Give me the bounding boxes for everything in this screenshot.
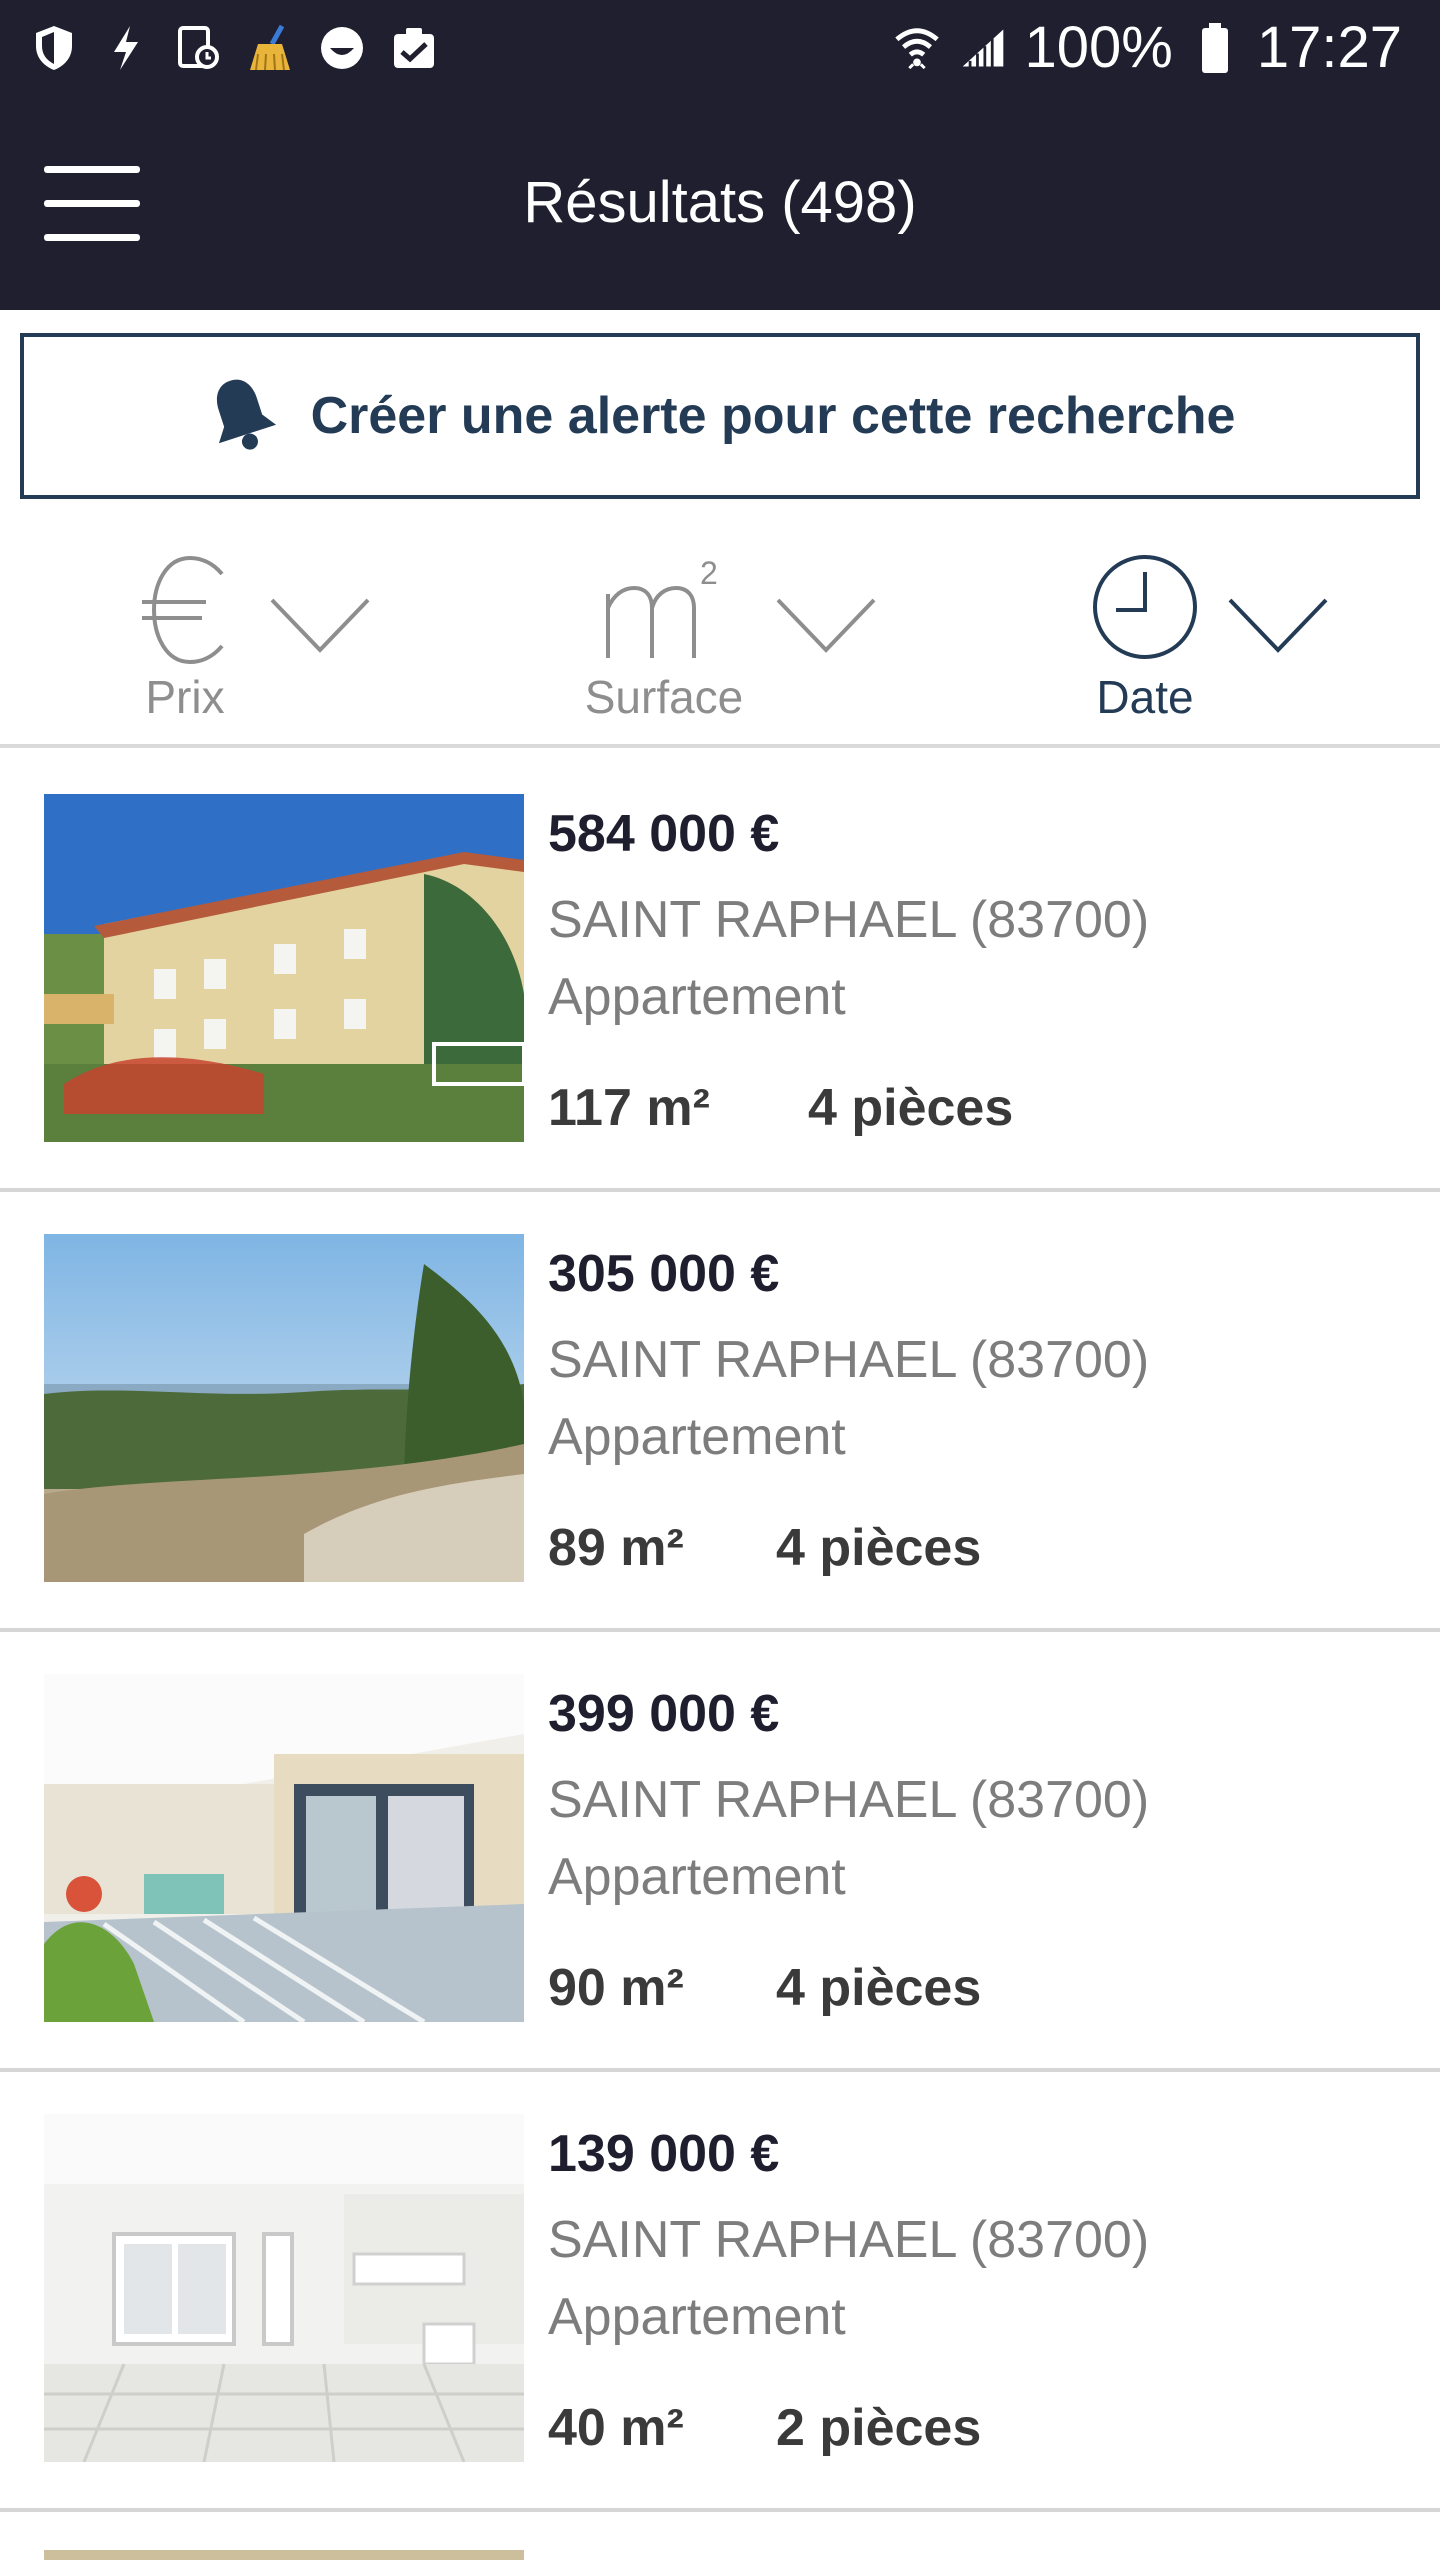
listing-type: Appartement [548,1408,846,1466]
battery-percent: 100% [1024,15,1173,80]
create-alert-label: Créer une alerte pour cette recherche [310,387,1236,445]
bolt-icon [102,24,150,72]
listing-area: 117 m² [548,1079,710,1137]
status-bar: 100% 17:27 [0,0,1440,96]
listing-type: Appartement [548,2288,846,2346]
square-meter-icon: 2 [604,554,724,669]
app-header: Résultats (498) [0,96,1440,310]
sort-by-price[interactable]: Prix [120,520,380,744]
listing-item[interactable]: 139 000 € SAINT RAPHAEL (83700) Appartem… [0,2072,1440,2512]
terrace-photo [44,1674,524,2022]
listing-item[interactable]: 305 000 € SAINT RAPHAEL (83700) Appartem… [0,1192,1440,1632]
listing-price: 305 000 € [548,1245,780,1303]
shield-icon [30,24,78,72]
sort-price-label: Prix [145,671,225,723]
listing-info: 305 000 € SAINT RAPHAEL (83700) Appartem… [548,1192,1408,1632]
hamburger-menu-icon[interactable] [44,166,140,242]
listing-info: 584 000 € SAINT RAPHAEL (83700) Appartem… [548,752,1408,1192]
clipboard-check-icon [390,24,438,72]
clock-icon [1090,552,1200,667]
listing-price: 399 000 € [548,1685,780,1743]
listing-rooms: 4 pièces [776,1519,982,1577]
listing-price: 584 000 € [548,805,780,863]
listing-item[interactable]: 399 000 € SAINT RAPHAEL (83700) Appartem… [0,1632,1440,2072]
listing-city: SAINT RAPHAEL (83700) [548,2211,1150,2269]
sort-by-date[interactable]: Date [1082,520,1342,744]
listing-type: Appartement [548,968,846,1026]
create-alert-button[interactable]: Créer une alerte pour cette recherche [20,333,1420,499]
signal-icon [959,24,1007,72]
bell-icon [205,373,277,460]
sort-by-surface[interactable]: 2 Surface [574,520,894,744]
sort-date-label: Date [1096,671,1194,723]
chevron-down-icon [776,598,876,659]
battery-icon [1191,23,1239,73]
listing-rooms: 2 pièces [776,2399,982,2457]
wifi-icon [893,24,941,72]
euro-icon [140,550,240,675]
status-notification-icons [30,0,438,96]
smiley-icon [318,24,366,72]
listing-city: SAINT RAPHAEL (83700) [548,891,1150,949]
listing-area: 90 m² [548,1959,684,2017]
hillside-view-photo [44,1234,524,1582]
listing-info: 399 000 € SAINT RAPHAEL (83700) Appartem… [548,1632,1408,2072]
listing-item[interactable]: 584 000 € SAINT RAPHAEL (83700) Appartem… [0,752,1440,1192]
sort-bar: Prix 2 Surface Date [0,520,1440,748]
chevron-down-icon [1228,598,1328,659]
status-system-icons: 100% 17:27 [893,0,1402,96]
listing-area: 89 m² [548,1519,684,1577]
listing-price: 139 000 € [548,2125,780,2183]
listing-photo-partial [44,2550,524,2560]
listing-type: Appartement [548,1848,846,1906]
broom-icon [246,24,294,72]
status-time: 17:27 [1256,15,1402,80]
sort-surface-label: Surface [584,671,744,723]
listing-city: SAINT RAPHAEL (83700) [548,1771,1150,1829]
listing-info: 139 000 € SAINT RAPHAEL (83700) Appartem… [548,2072,1408,2512]
apartment-building-photo [44,794,524,1142]
alarm-doc-icon [174,24,222,72]
empty-room-photo [44,2114,524,2462]
page-title: Résultats (498) [523,170,917,235]
listing-area: 40 m² [548,2399,684,2457]
listing-rooms: 4 pièces [776,1959,982,2017]
svg-text:2: 2 [700,555,718,591]
listing-rooms: 4 pièces [808,1079,1014,1137]
listing-city: SAINT RAPHAEL (83700) [548,1331,1150,1389]
chevron-down-icon [270,598,370,659]
